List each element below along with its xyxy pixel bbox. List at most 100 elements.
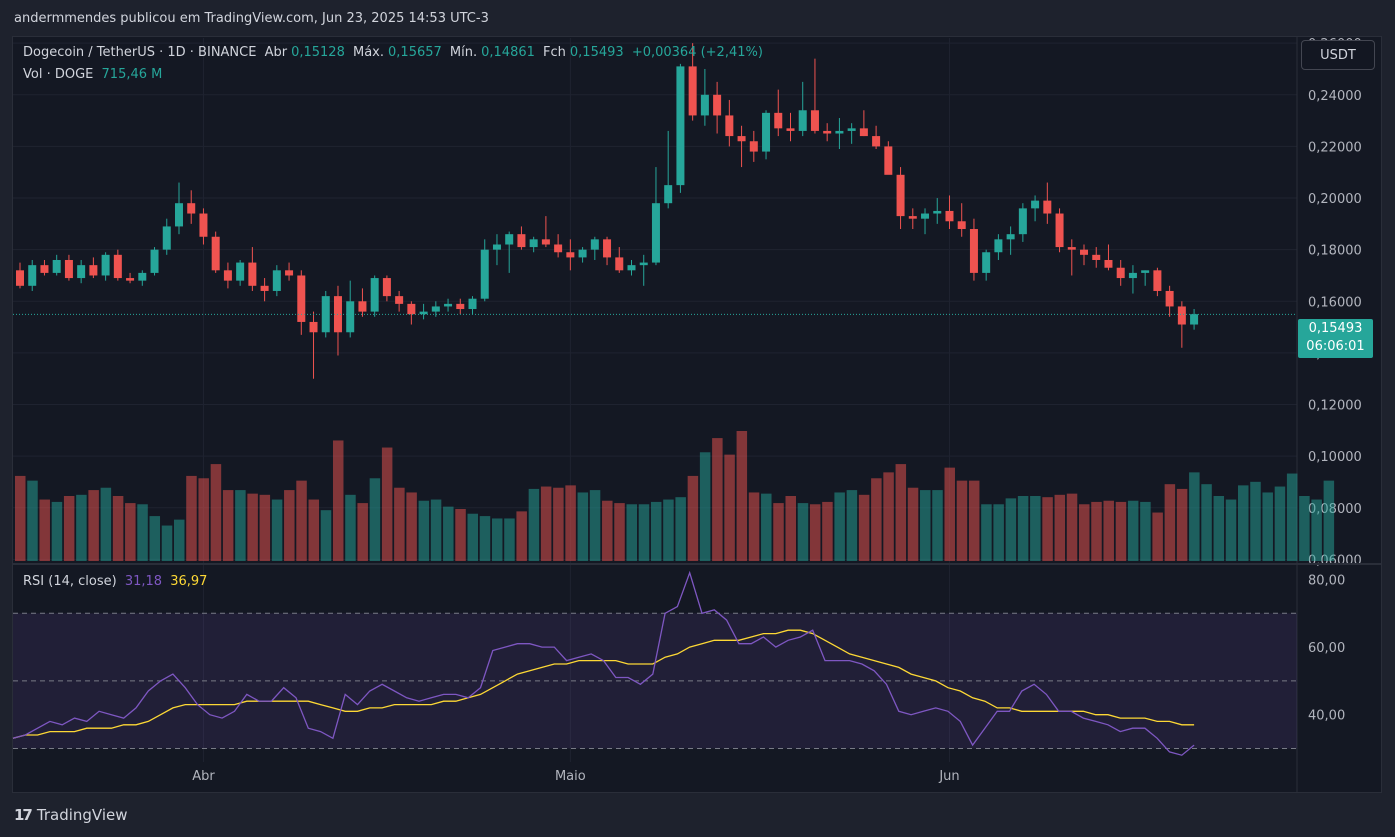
volume-bar <box>516 511 527 561</box>
candle-body <box>505 234 514 245</box>
volume-bar <box>186 475 197 561</box>
symbol-label[interactable]: Dogecoin / TetherUS · 1D · BINANCE <box>23 45 256 60</box>
rsi-legend: RSI (14, close) 31,18 36,97 <box>23 574 211 589</box>
volume-bar <box>137 504 148 561</box>
candle-body <box>615 257 624 271</box>
volume-bar <box>602 500 613 561</box>
volume-bar <box>1115 501 1127 561</box>
volume-bar <box>968 480 980 561</box>
volume-bar <box>100 487 112 561</box>
volume-bar <box>785 496 796 561</box>
volume-bar <box>981 504 992 561</box>
volume-bar <box>1103 500 1114 561</box>
volume-bar <box>125 503 136 561</box>
last-price-label: 0,15493 06:06:01 <box>1298 319 1373 358</box>
candle-body <box>566 252 575 258</box>
volume-bar <box>332 440 344 561</box>
candle-body <box>382 278 391 297</box>
volume-bar <box>736 431 748 561</box>
candle-body <box>982 252 991 273</box>
volume-bar <box>1066 493 1078 561</box>
volume-bar <box>479 516 491 561</box>
price-chart[interactable]: 0,260000,240000,220000,200000,180000,160… <box>0 0 1395 837</box>
volume-bar <box>1005 498 1017 561</box>
candle-body <box>431 306 440 312</box>
candle-body <box>798 110 807 131</box>
candle-body <box>896 174 905 217</box>
volume-value: 715,46 M <box>101 67 163 82</box>
volume-bar <box>455 509 466 561</box>
volume-bar <box>589 490 601 561</box>
price-tick-label: 0,10000 <box>1308 450 1362 465</box>
candle-body <box>40 265 49 273</box>
price-tick-label: 0,24000 <box>1308 89 1362 104</box>
volume-bar <box>504 518 515 561</box>
volume-bar <box>27 480 38 561</box>
volume-bar <box>1164 484 1176 561</box>
rsi-label[interactable]: RSI (14, close) <box>23 574 117 589</box>
candle-body <box>113 254 122 279</box>
price-tick-label: 0,22000 <box>1308 140 1362 155</box>
candle-body <box>859 128 868 137</box>
volume-bar <box>687 475 699 561</box>
currency-button[interactable]: USDT <box>1301 40 1375 70</box>
volume-bar <box>369 478 381 561</box>
candle-body <box>187 203 196 214</box>
volume-bar <box>773 503 784 561</box>
volume-bar <box>88 490 99 561</box>
volume-bar <box>638 504 650 561</box>
candle-body <box>713 94 722 116</box>
candle-body <box>921 213 930 219</box>
candle-body <box>664 185 673 204</box>
candle-body <box>725 115 734 137</box>
volume-bar <box>822 501 833 561</box>
candle-body <box>541 239 550 245</box>
candle-body <box>456 303 465 310</box>
candle-body <box>1006 234 1015 240</box>
candle-body <box>1177 306 1186 325</box>
candle-body <box>211 236 220 271</box>
volume-bar <box>467 513 479 561</box>
candle-body <box>835 130 844 134</box>
volume-label[interactable]: Vol · DOGE <box>23 67 93 82</box>
candle-body <box>285 270 294 276</box>
candle-body <box>346 301 355 333</box>
volume-bar <box>553 487 564 561</box>
volume-bar <box>565 485 576 561</box>
volume-bar <box>112 496 124 561</box>
tradingview-logo-icon: 17 <box>14 806 33 824</box>
volume-bar <box>430 499 442 561</box>
price-tick-label: 0,12000 <box>1308 399 1362 414</box>
candle-body <box>297 275 306 322</box>
volume-bar <box>1238 485 1249 561</box>
candle-body <box>89 265 98 276</box>
candle-body <box>1080 249 1089 255</box>
volume-bar <box>1225 499 1237 561</box>
footer-branding[interactable]: 17 TradingView <box>14 806 128 824</box>
brand-name: TradingView <box>36 806 128 824</box>
volume-bar <box>1250 481 1261 561</box>
volume-bar <box>871 478 882 561</box>
volume-bar <box>626 504 637 561</box>
open-value: 0,15128 <box>291 45 345 60</box>
candle-body <box>603 239 612 258</box>
volume-bar <box>761 493 772 561</box>
candle-body <box>908 216 917 219</box>
rsi-ma-value: 36,97 <box>170 574 208 589</box>
volume-bar <box>1189 472 1200 561</box>
time-tick-label: Abr <box>192 769 215 784</box>
volume-bar <box>173 519 185 561</box>
low-label: Mín. <box>449 45 478 60</box>
candle-body <box>823 130 832 134</box>
volume-bar <box>296 480 307 561</box>
volume-bar <box>284 490 295 561</box>
volume-bar <box>993 504 1004 561</box>
candle-body <box>700 94 709 116</box>
candle-body <box>639 262 648 266</box>
volume-bar <box>956 480 968 561</box>
volume-bar <box>1079 504 1090 561</box>
candle-body <box>1128 272 1137 279</box>
candle-body <box>957 221 966 230</box>
time-tick-label: Jun <box>938 769 959 784</box>
candle-body <box>945 210 954 222</box>
